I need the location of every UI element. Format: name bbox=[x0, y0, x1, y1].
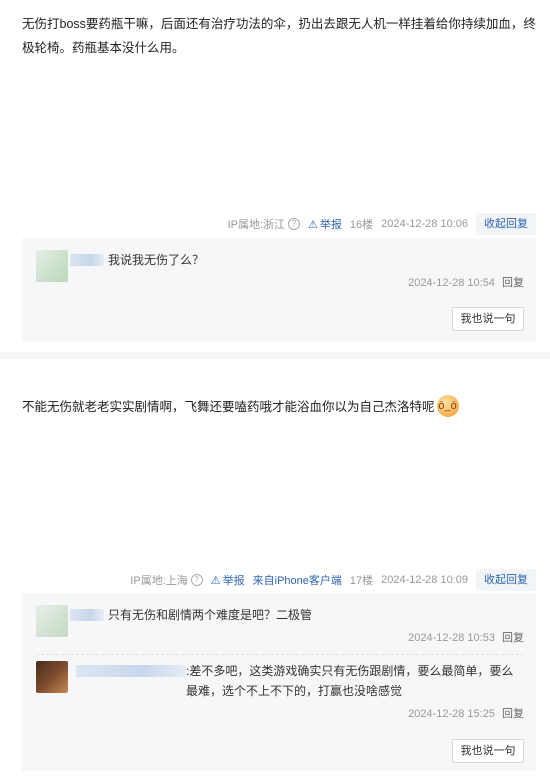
post-tail: IP属地:浙江 ? ⚠ 举报 16楼 2024-12-28 10:06 收起回复 bbox=[228, 213, 536, 235]
ip-location: IP属地:上海 bbox=[130, 575, 188, 587]
help-circle-icon[interactable]: ? bbox=[288, 218, 301, 230]
collapse-replies-button[interactable]: 收起回复 bbox=[476, 569, 536, 591]
username-blurred[interactable] bbox=[70, 609, 104, 621]
reply-meta: 2024-12-28 15:25 回复 bbox=[408, 705, 524, 721]
post-tail: IP属地:上海 ? ⚠ 举报 来自iPhone客户端 17楼 2024-12-2… bbox=[130, 569, 536, 591]
reply-link[interactable]: 回复 bbox=[502, 708, 524, 720]
reply-box: 只有无伤和剧情两个难度是吧？二极管 2024-12-28 10:53 回复 :差… bbox=[22, 593, 536, 771]
reply-link[interactable]: 回复 bbox=[502, 277, 524, 289]
post-time: 2024-12-28 10:09 bbox=[381, 574, 468, 586]
avatar[interactable] bbox=[36, 661, 68, 693]
angry-face-emoji-icon: ò_ó bbox=[436, 394, 459, 417]
reply-meta: 2024-12-28 10:53 回复 bbox=[408, 629, 524, 645]
reply-item: 我说我无伤了么？ 2024-12-28 10:54 回复 bbox=[36, 250, 536, 300]
post-content: 不能无伤就老老实实剧情啊，飞舞还要嗑药哦才能浴血你以为自己杰洛特呢 ò_ó bbox=[22, 394, 540, 419]
collapse-replies-button[interactable]: 收起回复 bbox=[476, 213, 536, 235]
reply-divider bbox=[36, 654, 524, 655]
report-link[interactable]: ⚠ 举报 bbox=[308, 216, 342, 232]
report-label: 举报 bbox=[222, 575, 245, 587]
report-label: 举报 bbox=[319, 219, 342, 231]
reply-time: 2024-12-28 15:25 bbox=[408, 708, 495, 720]
reply-link[interactable]: 回复 bbox=[502, 632, 524, 644]
username-blurred[interactable] bbox=[76, 665, 186, 677]
reply-meta: 2024-12-28 10:54 回复 bbox=[408, 274, 524, 290]
reply-box: 我说我无伤了么？ 2024-12-28 10:54 回复 我也说一句 bbox=[22, 238, 536, 342]
reply-text: 只有无伤和剧情两个难度是吧？二极管 bbox=[108, 608, 313, 622]
say-something-button[interactable]: 我也说一句 bbox=[452, 739, 524, 763]
avatar[interactable] bbox=[36, 605, 68, 637]
warning-triangle-icon: ⚠ bbox=[210, 574, 221, 587]
reply-time: 2024-12-28 10:54 bbox=[408, 277, 495, 289]
client-source-link[interactable]: 来自iPhone客户端 bbox=[253, 572, 342, 588]
avatar[interactable] bbox=[36, 250, 68, 282]
report-link[interactable]: ⚠ 举报 bbox=[211, 572, 245, 588]
warning-triangle-icon: ⚠ bbox=[308, 218, 318, 231]
reply-item: :差不多吧，这类游戏确实只有无伤跟剧情，要么最简单，要么最难，选个不上不下的，打… bbox=[36, 661, 536, 727]
post-time: 2024-12-28 10:06 bbox=[381, 218, 468, 230]
ip-location: IP属地:浙江 bbox=[227, 219, 286, 231]
reply-text-content: :差不多吧，这类游戏确实只有无伤跟剧情，要么最简单，要么最难，选个不上不下的，打… bbox=[186, 664, 514, 698]
reply-time: 2024-12-28 10:53 bbox=[408, 632, 495, 644]
say-something-button[interactable]: 我也说一句 bbox=[452, 307, 524, 331]
reply-item: 只有无伤和剧情两个难度是吧？二极管 2024-12-28 10:53 回复 bbox=[36, 605, 536, 651]
post-16: 无伤打boss要药瓶干嘛，后面还有治疗功法的伞，扔出去跟无人机一样挂着给你持续加… bbox=[0, 0, 550, 352]
reply-text: 我说我无伤了么？ bbox=[108, 253, 205, 267]
username-blurred[interactable] bbox=[70, 254, 104, 266]
post-17: 不能无伤就老老实实剧情啊，飞舞还要嗑药哦才能浴血你以为自己杰洛特呢 ò_ó IP属… bbox=[0, 359, 550, 778]
floor-number: 16楼 bbox=[349, 219, 374, 231]
post-content: 无伤打boss要药瓶干嘛，后面还有治疗功法的伞，扔出去跟无人机一样挂着给你持续加… bbox=[22, 17, 536, 55]
floor-number: 17楼 bbox=[349, 575, 374, 587]
help-circle-icon[interactable]: ? bbox=[190, 574, 203, 586]
post-content-text: 不能无伤就老老实实剧情啊，飞舞还要嗑药哦才能浴血你以为自己杰洛特呢 bbox=[22, 400, 435, 414]
